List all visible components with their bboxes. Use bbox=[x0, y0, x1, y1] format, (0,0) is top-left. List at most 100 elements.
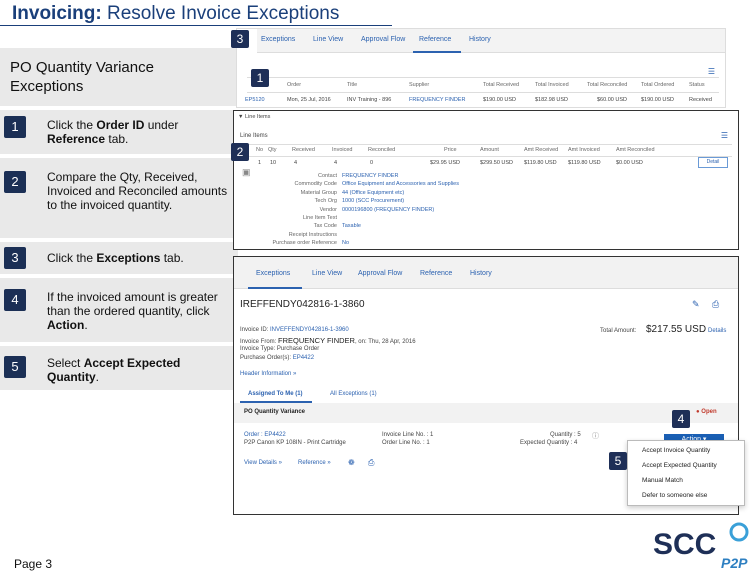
tab-exceptions[interactable]: Exceptions bbox=[256, 270, 290, 277]
cell-status: Received bbox=[689, 97, 712, 103]
variance-header bbox=[234, 403, 738, 423]
svg-text:P2P: P2P bbox=[721, 555, 748, 570]
open-status: ● Open bbox=[696, 409, 717, 415]
step-number: 2 bbox=[4, 171, 26, 193]
step-4: 4 If the invoiced amount is greater than… bbox=[0, 278, 238, 342]
step-text: Click the Exceptions tab. bbox=[47, 251, 184, 265]
line-items-heading: Line Items bbox=[240, 133, 268, 139]
step-number: 5 bbox=[4, 356, 26, 378]
invoice-heading: IREFFENDY042816-1-3860 bbox=[240, 299, 365, 310]
tab-reference[interactable]: Reference bbox=[420, 270, 452, 277]
details-link[interactable]: Details bbox=[708, 328, 726, 334]
col-order: Order bbox=[287, 82, 302, 88]
li-col-received: Received bbox=[292, 147, 315, 153]
page-title: Invoicing: Resolve Invoice Exceptions bbox=[12, 3, 340, 24]
step-number: 3 bbox=[4, 247, 26, 269]
cell-title: INV Training - 896 bbox=[347, 97, 392, 103]
li-cell-amount: $299.50 USD bbox=[480, 160, 514, 166]
expected-quantity: Expected Quantity : 4 bbox=[520, 440, 578, 446]
menu-item-accept-invoice-quantity[interactable]: Accept Invoice Quantity bbox=[642, 447, 710, 454]
exceptions-tab-bar: Exceptions Line View Approval Flow Refer… bbox=[234, 257, 738, 289]
tab-approval-flow[interactable]: Approval Flow bbox=[358, 270, 402, 277]
reference-tab-screenshot: Exceptions Line View Approval Flow Refer… bbox=[236, 28, 726, 108]
menu-item-defer[interactable]: Defer to someone else bbox=[642, 492, 707, 499]
tab-approval-flow[interactable]: Approval Flow bbox=[361, 36, 405, 43]
tab-line-view[interactable]: Line View bbox=[312, 270, 342, 277]
li-cell-amt-received: $119.80 USD bbox=[524, 160, 557, 166]
callout-badge-2: 2 bbox=[231, 143, 249, 161]
detail-value: FREQUENCY FINDER bbox=[342, 173, 399, 179]
li-col-reconciled: Reconciled bbox=[368, 147, 396, 153]
order-line-no: Order Line No. : 1 bbox=[382, 440, 430, 446]
item-description: P2P Canon KP 108IN - Print Cartridge bbox=[244, 440, 346, 446]
detail-value: 44 (Office Equipment etc) bbox=[342, 189, 405, 196]
li-col-amount: Amount bbox=[480, 147, 499, 153]
reference-link[interactable]: Reference » bbox=[298, 460, 331, 466]
col-total-invoiced: Total Invoiced bbox=[535, 82, 569, 88]
tab-exceptions[interactable]: Exceptions bbox=[261, 36, 295, 43]
assigned-to-me-tab[interactable]: Assigned To Me (1) bbox=[248, 391, 303, 397]
step-text: Compare the Qty, Received, Invoiced and … bbox=[47, 170, 228, 212]
col-supplier: Supplier bbox=[409, 82, 430, 88]
callout-badge-3: 3 bbox=[231, 30, 249, 48]
view-details-link[interactable]: View Details » bbox=[244, 460, 282, 466]
header-information-link[interactable]: Header Information » bbox=[240, 371, 296, 377]
col-title: Title bbox=[347, 82, 358, 88]
callout-badge-5: 5 bbox=[609, 452, 627, 470]
col-total-reconciled: Total Reconciled bbox=[587, 82, 628, 88]
scc-p2p-logo: SCC P2P bbox=[653, 522, 749, 570]
cell-total-received: $190.00 USD bbox=[483, 97, 517, 103]
table-header-top-line bbox=[247, 77, 719, 78]
invoice-type: Invoice Type: Purchase Order bbox=[240, 346, 320, 352]
table-menu-icon[interactable]: ☰ bbox=[708, 67, 715, 76]
tab-history[interactable]: History bbox=[470, 270, 492, 277]
detail-value: Office Equipment and Accessories and Sup… bbox=[342, 181, 459, 188]
cell-order-date: Mon, 25 Jul, 2016 bbox=[287, 97, 331, 103]
li-cell-reconciled: 0 bbox=[370, 160, 374, 166]
step-1: 1 Click the Order ID under Reference tab… bbox=[0, 110, 238, 154]
menu-item-accept-expected-quantity[interactable]: Accept Expected Quantity bbox=[642, 462, 717, 469]
detail-value: No bbox=[342, 240, 350, 247]
attachment-icon[interactable]: ❁ bbox=[348, 458, 355, 467]
detail-button[interactable]: Detail bbox=[698, 157, 728, 168]
cell-total-ordered: $190.00 USD bbox=[641, 97, 675, 103]
step-3: 3 Click the Exceptions tab. bbox=[0, 242, 238, 274]
callout-badge-4: 4 bbox=[672, 410, 690, 428]
line-items-section-header: ▼ Line Items bbox=[238, 114, 271, 120]
li-cell-received: 4 bbox=[294, 160, 298, 166]
step-5: 5 Select Accept Expected Quantity. bbox=[0, 346, 238, 390]
step-number: 1 bbox=[4, 116, 26, 138]
tab-history[interactable]: History bbox=[469, 36, 491, 43]
li-header-top bbox=[240, 144, 732, 145]
menu-item-manual-match[interactable]: Manual Match bbox=[642, 477, 683, 484]
li-cell-qty: 10 bbox=[270, 160, 277, 166]
order-link[interactable]: Order : EP4422 bbox=[244, 432, 286, 438]
tab-line-view[interactable]: Line View bbox=[313, 36, 343, 43]
tab-reference[interactable]: Reference bbox=[419, 36, 451, 43]
li-col-no: No bbox=[256, 147, 264, 153]
invoice-line-no: Invoice Line No. : 1 bbox=[382, 432, 434, 438]
detail-label: Tech Org bbox=[314, 198, 337, 205]
detail-label: Material Group bbox=[300, 189, 337, 196]
callout-badge-1: 1 bbox=[251, 69, 269, 87]
table-header-bottom-line bbox=[247, 92, 719, 93]
detail-value: 1000 (SCC Procurement) bbox=[342, 198, 405, 205]
purchase-orders: Purchase Order(s): EP4422 bbox=[240, 355, 315, 361]
li-cell-amt-invoiced: $119.80 USD bbox=[568, 160, 601, 166]
edit-icon[interactable]: ✎ bbox=[692, 299, 700, 310]
li-header-bottom bbox=[240, 156, 732, 157]
detail-label: Receipt Instructions bbox=[288, 231, 337, 238]
col-total-received: Total Received bbox=[483, 82, 520, 88]
cell-total-reconciled: $60.00 USD bbox=[597, 97, 627, 103]
order-id-link[interactable]: EP5120 bbox=[245, 97, 265, 103]
print-icon[interactable]: ⎙ bbox=[712, 299, 719, 310]
comment-icon[interactable]: ⎙ bbox=[368, 458, 374, 468]
section-subtitle: PO Quantity Variance Exceptions bbox=[0, 48, 238, 106]
all-exceptions-tab[interactable]: All Exceptions (1) bbox=[330, 391, 377, 397]
step-text: Click the Order ID under Reference tab. bbox=[47, 118, 179, 146]
invoice-from: Invoice From: FREQUENCY FINDER, on: Thu,… bbox=[240, 336, 416, 345]
cell-supplier[interactable]: FREQUENCY FINDER bbox=[409, 97, 465, 103]
li-col-amt-invoiced: Amt Invoiced bbox=[568, 147, 600, 153]
cell-total-invoiced: $182.98 USD bbox=[535, 97, 569, 103]
line-items-menu-icon[interactable]: ☰ bbox=[721, 131, 728, 140]
